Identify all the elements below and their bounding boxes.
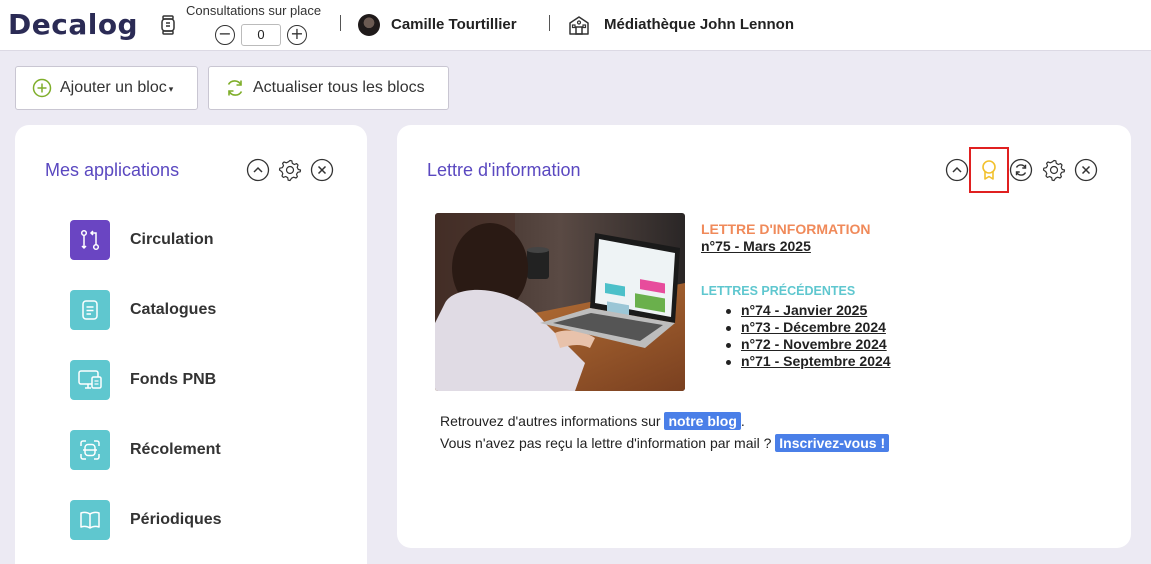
app-circulation[interactable]: Circulation (70, 220, 330, 260)
refresh-all-blocks-button[interactable]: Actualiser tous les blocs (208, 66, 449, 110)
refresh-block-button[interactable] (1009, 158, 1033, 182)
list-item: n°71 - Septembre 2024 (723, 353, 891, 370)
subscribe-line-text: Vous n'avez pas reçu la lettre d'informa… (440, 435, 776, 451)
app-label: Périodiques (130, 511, 222, 528)
previous-issues-list: n°74 - Janvier 2025 n°73 - Décembre 2024… (723, 302, 891, 370)
applications-title: Mes applications (45, 160, 180, 180)
newsletter-title: Lettre d'information (427, 160, 581, 180)
collapse-button[interactable] (945, 158, 969, 182)
badge-button[interactable] (977, 158, 1001, 182)
decrement-button[interactable]: − (215, 25, 235, 45)
award-badge-icon (982, 160, 996, 180)
header-separator (549, 15, 550, 31)
newsletter-heading: LETTRE D'INFORMATION (701, 221, 871, 237)
add-block-button[interactable]: Ajouter un bloc ▾ (15, 66, 198, 110)
user-name[interactable]: Camille Tourtillier (391, 16, 517, 33)
list-item: n°74 - Janvier 2025 (723, 302, 891, 319)
current-issue-link[interactable]: n°75 - Mars 2025 (701, 238, 811, 254)
app-label: Circulation (130, 231, 214, 248)
previous-issue-link[interactable]: n°73 - Décembre 2024 (741, 319, 886, 335)
blog-line: Retrouvez d'autres informations sur notr… (440, 412, 745, 430)
book-icon (70, 500, 110, 540)
library-icon (569, 16, 589, 35)
settings-button[interactable] (1042, 158, 1066, 182)
app-fonds-pnb[interactable]: Fonds PNB (70, 360, 330, 400)
add-block-label: Ajouter un bloc (60, 79, 167, 96)
list-item: n°72 - Novembre 2024 (723, 336, 891, 353)
plus-circle-icon (32, 78, 52, 98)
recolement-icon (70, 430, 110, 470)
refresh-all-label: Actualiser tous les blocs (253, 79, 425, 96)
app-periodiques[interactable]: Périodiques (70, 500, 330, 540)
previous-issues-heading: LETTRES PRÉCÉDENTES (701, 284, 856, 298)
catalog-icon (70, 290, 110, 330)
subscribe-line: Vous n'avez pas reçu la lettre d'informa… (440, 434, 890, 452)
app-label: Récolement (130, 441, 221, 458)
chevron-up-icon (246, 158, 270, 182)
header-separator (340, 15, 341, 31)
chevron-up-icon (945, 158, 969, 182)
close-button[interactable] (1074, 158, 1098, 182)
consultations-label: Consultations sur place (186, 3, 322, 18)
settings-button[interactable] (278, 158, 302, 182)
collapse-button[interactable] (246, 158, 270, 182)
top-header: Decalog Consultations sur place − 0 + Ca… (0, 0, 1151, 51)
close-icon (310, 158, 334, 182)
blog-line-text: Retrouvez d'autres informations sur (440, 413, 665, 429)
newsletter-image[interactable] (435, 213, 685, 391)
previous-issue-link[interactable]: n°72 - Novembre 2024 (741, 336, 887, 352)
refresh-icon (227, 80, 243, 96)
gear-icon (278, 159, 302, 182)
library-name[interactable]: Médiathèque John Lennon (604, 16, 794, 33)
app-catalogues[interactable]: Catalogues (70, 290, 330, 330)
avatar[interactable] (358, 14, 380, 36)
newsletter-block: Lettre d'information LETTRE D'INFORMATIO… (397, 125, 1131, 548)
app-label: Fonds PNB (130, 371, 217, 388)
close-icon (1074, 158, 1098, 182)
blog-link[interactable]: notre blog (664, 412, 741, 430)
pnb-icon (70, 360, 110, 400)
gear-icon (1042, 159, 1066, 182)
applications-block: Mes applications Circulation Catalogues … (15, 125, 367, 564)
list-item: n°73 - Décembre 2024 (723, 319, 891, 336)
decalog-logo[interactable]: Decalog (8, 8, 138, 41)
app-recolement[interactable]: Récolement (70, 430, 330, 470)
previous-issue-link[interactable]: n°74 - Janvier 2025 (741, 302, 867, 318)
caret-down-icon: ▾ (168, 83, 174, 94)
circulation-icon (70, 220, 110, 260)
close-button[interactable] (310, 158, 334, 182)
subscribe-link[interactable]: Inscrivez-vous ! (775, 434, 890, 452)
timer-icon (161, 15, 175, 35)
blog-line-end: . (740, 413, 745, 429)
previous-issue-link[interactable]: n°71 - Septembre 2024 (741, 353, 891, 369)
refresh-icon (1009, 158, 1033, 182)
increment-button[interactable]: + (287, 25, 307, 45)
app-label: Catalogues (130, 301, 217, 318)
consultations-count-input[interactable]: 0 (241, 24, 281, 46)
